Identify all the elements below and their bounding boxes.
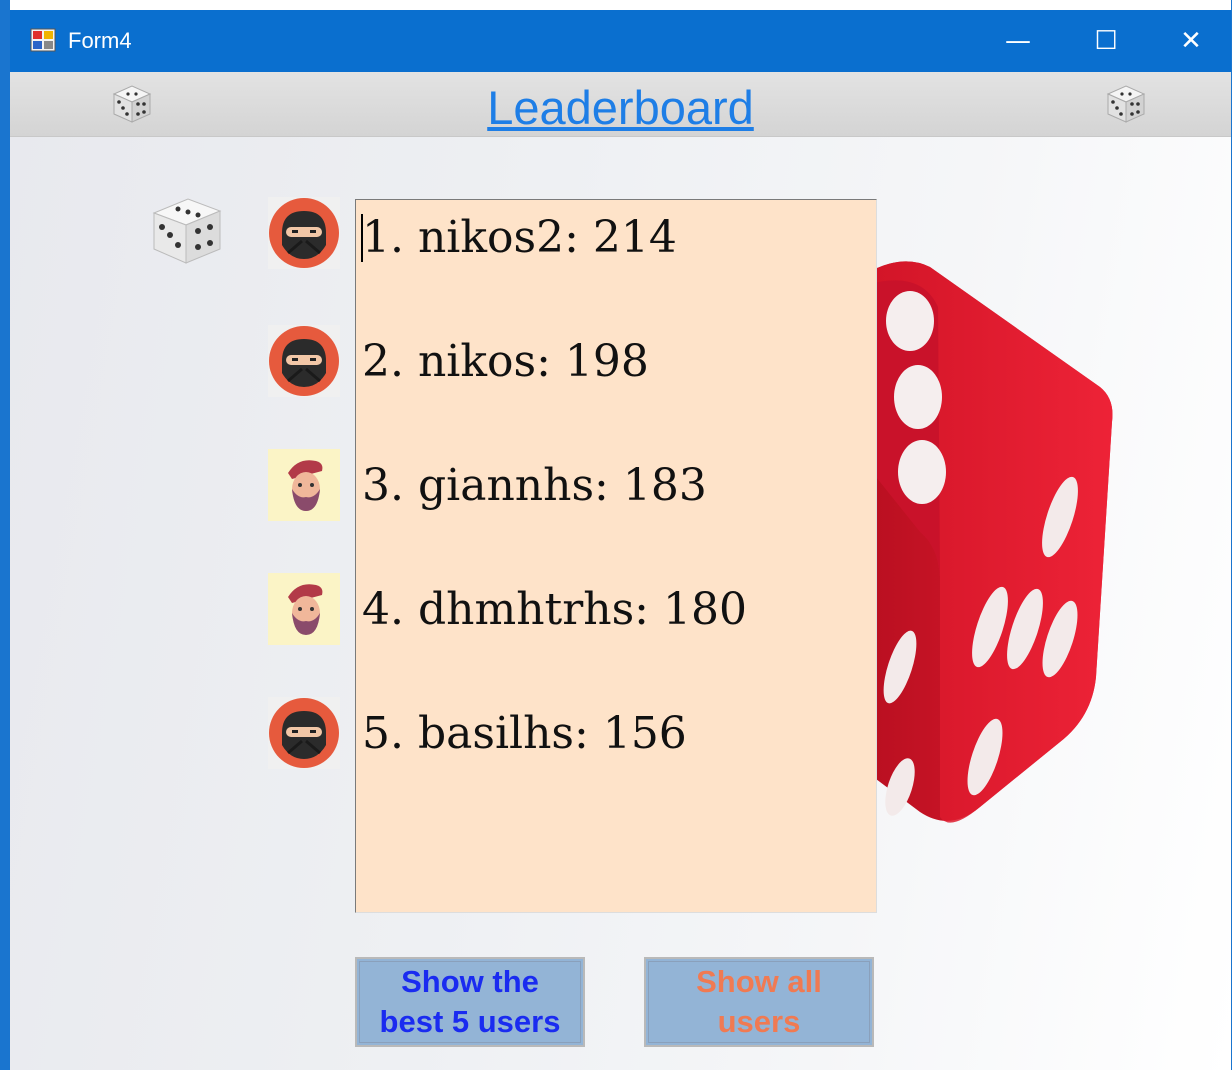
show-best-5-label: Show the best 5 users xyxy=(379,964,561,1039)
content-area: 1. nikos2: 214 2. nikos: 198 3. giannhs:… xyxy=(10,137,1231,1070)
minimize-button[interactable]: — xyxy=(974,10,1062,72)
show-best-5-button[interactable]: Show the best 5 users xyxy=(355,957,585,1047)
leaderboard-entry: 3. giannhs: 183 xyxy=(362,460,707,511)
close-icon: ✕ xyxy=(1180,26,1202,56)
minimize-icon: — xyxy=(1005,26,1031,56)
app-form-icon xyxy=(30,28,56,52)
red-dice-image xyxy=(860,261,1113,823)
leaderboard-entry: 2. nikos: 198 xyxy=(362,336,649,387)
ninja-avatar-icon xyxy=(268,697,340,769)
leaderboard-entry: 5. basilhs: 156 xyxy=(362,708,687,759)
leaderboard-entry: 1. nikos2: 214 xyxy=(362,212,677,263)
small-dice-right-icon xyxy=(1106,85,1146,123)
show-all-users-button[interactable]: Show all users xyxy=(644,957,874,1047)
app-window: Form4 — ☐ ✕ Leaderboard 1. nikos2: 214 2… xyxy=(0,0,1232,1070)
outer-top xyxy=(10,0,1231,10)
hipster-avatar-icon xyxy=(268,573,340,645)
hipster-avatar-icon xyxy=(268,449,340,521)
maximize-icon: ☐ xyxy=(1094,26,1118,56)
ninja-avatar-icon xyxy=(268,197,340,269)
window-title: Form4 xyxy=(68,28,132,53)
show-all-users-label: Show all users xyxy=(696,964,822,1039)
ninja-avatar-icon xyxy=(268,325,340,397)
close-button[interactable]: ✕ xyxy=(1150,10,1231,72)
dice-decoration-icon xyxy=(152,198,222,264)
header-band: Leaderboard xyxy=(10,72,1231,137)
leaderboard-entry: 4. dhmhtrhs: 180 xyxy=(362,584,747,635)
title-bar[interactable]: Form4 — ☐ ✕ xyxy=(10,10,1231,72)
maximize-button[interactable]: ☐ xyxy=(1062,10,1150,72)
leaderboard-heading[interactable]: Leaderboard xyxy=(10,80,1231,135)
leaderboard-listbox[interactable]: 1. nikos2: 214 2. nikos: 198 3. giannhs:… xyxy=(355,199,877,913)
